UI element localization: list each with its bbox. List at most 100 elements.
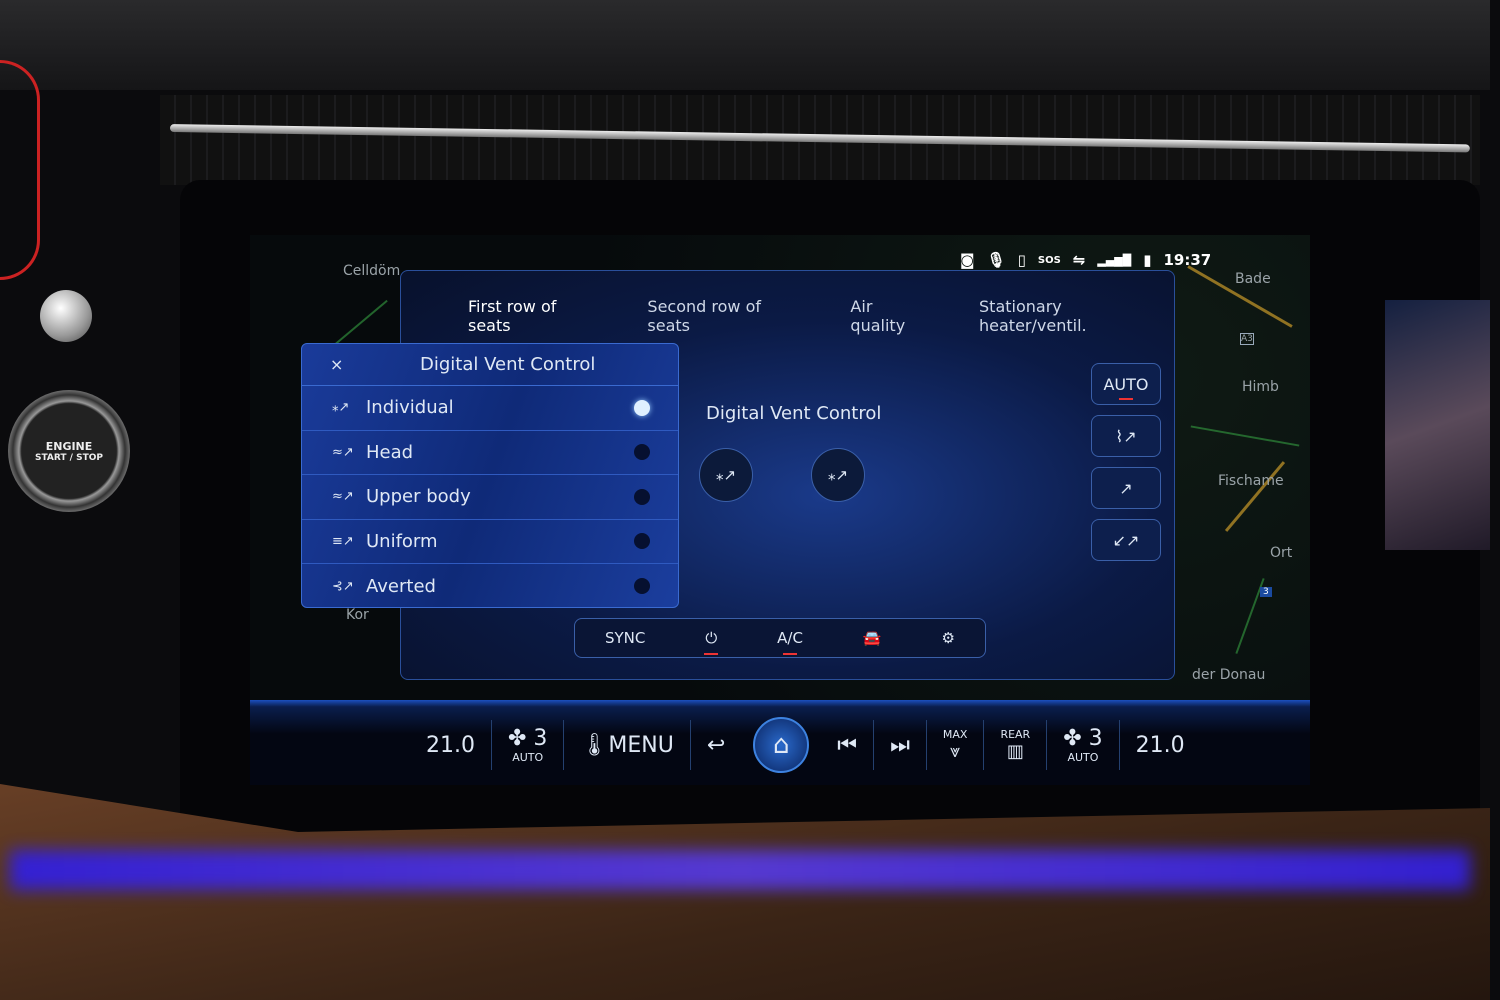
map-label: Bade [1235,271,1271,287]
rear-label: REAR [1000,728,1031,741]
defrost-vent-button[interactable]: ⌇↗ [1091,415,1161,457]
map-label: Himb [1242,379,1279,395]
previous-track-button[interactable]: ⏮ [821,720,875,770]
upper-vent-button[interactable]: ↗ [1091,467,1161,509]
sos-icon: SOS [1037,254,1061,266]
active-indicator [704,653,719,655]
option-upper-body[interactable]: ≈↗ Upper body [302,475,678,520]
power-thermometer-icon: ⏻ [705,629,718,647]
right-vent-button[interactable]: ⁎↗ [811,448,865,502]
home-button[interactable]: ⌂ [753,717,810,773]
vent-footwell-icon: ↙↗ [1112,530,1140,550]
road-shield: 3 [1260,587,1272,597]
radio-selected[interactable] [634,399,650,416]
gear-icon: ⚙ [941,629,955,647]
option-uniform[interactable]: ≡↗ Uniform [302,520,678,564]
ambient-light [10,850,1470,890]
battery-icon: ▮ [1143,251,1152,269]
left-fan-button[interactable]: ✤ 3 AUTO [492,720,565,770]
vent-upper-icon: ↗ [1119,478,1133,498]
settings-button[interactable]: ⚙ [942,629,955,647]
dashboard-top [0,0,1490,90]
map-label: Fischame [1218,473,1284,489]
radio[interactable] [634,533,650,550]
radio[interactable] [634,444,650,461]
home-icon: ⌂ [772,730,790,760]
microphone-icon: 🎙 [986,251,1006,269]
signal-icon: ▂▄▆█ [1097,253,1132,267]
phone-icon: ▯ [1017,251,1026,269]
road-shield: A3 [1240,333,1254,345]
fan-level: 3 [533,726,548,751]
vent-upper-body-icon: ≈↗ [332,489,354,505]
radio[interactable] [634,578,650,595]
car-recirculation-icon: 🚘 [862,629,882,647]
tab-stationary-heater[interactable]: Stationary heater/ventil. [967,293,1174,345]
climate-bar: 21.0 ✤ 3 AUTO 🌡MENU ↩ ⌂ ⏮ ⏭ MAX ⩔ REAR ▥ ✤ … [250,700,1310,785]
vent-uniform-icon: ≡↗ [332,533,354,549]
option-label: Individual [366,397,454,419]
status-bar: ◙ 🎙 ▯ SOS ⇋ ▂▄▆█ ▮ 19:37 [960,251,1211,269]
back-arrow-icon: ↩ [706,732,726,758]
max-label: MAX [942,728,968,741]
back-button[interactable]: ↩ [691,720,741,770]
eco-button[interactable]: ⏻ [704,629,719,655]
engine-start-stop-button[interactable]: ENGINE START / STOP [8,390,130,512]
rear-defrost-button[interactable]: REAR ▥ [984,720,1048,770]
dropdown-header: × Digital Vent Control [302,344,678,386]
temp-value: 21.0 [426,732,475,758]
connectivity-icon: ⇋ [1072,251,1086,269]
auto-button[interactable]: AUTO [1091,363,1161,405]
menu-label: MENU [608,732,674,758]
option-label: Head [366,441,414,463]
fan-mode: AUTO [512,751,544,764]
tab-second-row[interactable]: Second row of seats [635,293,810,345]
right-fan-button[interactable]: ✤ 3 AUTO [1047,720,1120,770]
left-temperature[interactable]: 21.0 [410,720,492,770]
instrument-gauge [0,60,40,280]
climate-menu-button[interactable]: 🌡MENU [564,720,691,770]
map-label: Celldöm [343,263,401,279]
engine-label: ENGINE [45,439,93,453]
ac-label: A/C [777,629,803,647]
active-indicator [1119,398,1133,400]
option-label: Uniform [366,530,438,552]
option-head[interactable]: ≈↗ Head [302,431,678,475]
vent-windshield-icon: ⌇↗ [1115,426,1137,446]
ac-button[interactable]: A/C [777,629,803,655]
start-stop-label: START / STOP [35,452,103,463]
tab-bar: First row of seats Second row of seats A… [456,293,1174,345]
vent-individual-icon: ⁎↗ [332,400,350,416]
fan-level: 3 [1088,726,1103,751]
tab-first-row[interactable]: First row of seats [456,293,608,345]
map-label: Ort [1270,545,1293,561]
option-averted[interactable]: ⊰↗ Averted [302,564,678,609]
right-temperature[interactable]: 21.0 [1120,720,1201,770]
option-individual[interactable]: ⁎↗ Individual [302,386,678,431]
active-indicator [783,653,798,655]
skip-previous-icon: ⏮ [837,732,858,758]
tab-air-quality[interactable]: Air quality [838,293,939,345]
footwell-vent-button[interactable]: ↙↗ [1091,519,1161,561]
vent-head-icon: ≈↗ [332,444,354,460]
infotainment-screen: Celldöm Kor Bade Himb Fischame Ort der D… [250,235,1310,785]
max-defrost-button[interactable]: MAX ⩔ [927,720,985,770]
rear-defrost-icon: ▥ [1006,741,1024,762]
sync-button[interactable]: SYNC [605,629,645,647]
section-title: Digital Vent Control [706,403,882,424]
option-label: Upper body [366,486,471,508]
left-vent-button[interactable]: ⁎↗ [699,448,753,502]
radio[interactable] [634,488,650,505]
recirculation-button[interactable]: 🚘 [863,629,882,647]
sync-label: SYNC [604,629,646,647]
option-label: Averted [366,575,436,597]
close-icon[interactable]: × [330,355,420,374]
next-track-button[interactable]: ⏭ [874,720,927,770]
control-knob[interactable] [40,290,92,342]
temp-value: 21.0 [1135,732,1185,758]
windshield-defrost-icon: ⩔ [950,741,961,762]
thermometer-icon: 🌡 [580,732,609,758]
map-label: der Donau [1192,667,1266,683]
passenger-screen [1385,300,1490,550]
vent-individual-icon: ⁎↗ [715,466,737,484]
